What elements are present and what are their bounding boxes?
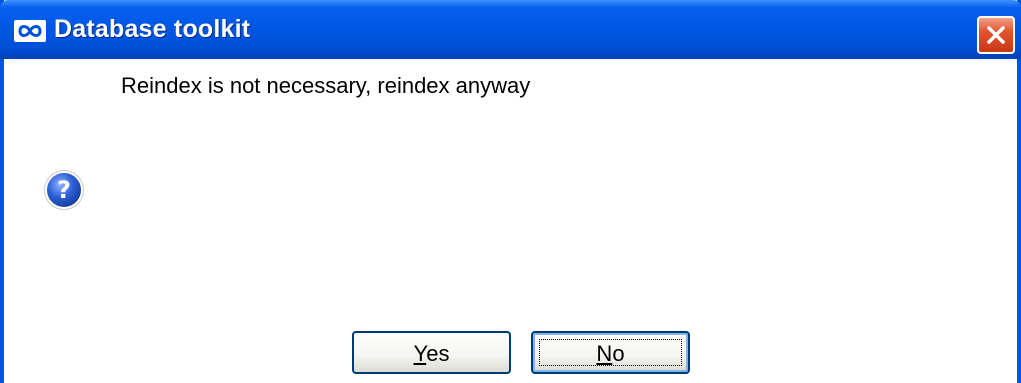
close-icon — [987, 26, 1005, 44]
question-icon: ? — [44, 170, 84, 210]
svg-text:?: ? — [57, 176, 71, 204]
yes-mnemonic: Y — [413, 341, 427, 366]
no-label-rest: o — [612, 341, 625, 366]
yes-label-rest: es — [426, 341, 450, 366]
window-title: Database toolkit — [54, 15, 251, 43]
dialog-window: Database toolkit Reindex is not necessar… — [0, 0, 1021, 383]
no-button[interactable]: No — [531, 331, 690, 374]
title-bar[interactable]: Database toolkit — [0, 0, 1021, 59]
dialog-message: Reindex is not necessary, reindex anyway — [121, 73, 531, 98]
yes-button[interactable]: Yes — [352, 331, 511, 374]
infinity-logo-icon — [14, 20, 46, 42]
close-button[interactable] — [977, 16, 1015, 54]
no-mnemonic: N — [596, 341, 613, 366]
